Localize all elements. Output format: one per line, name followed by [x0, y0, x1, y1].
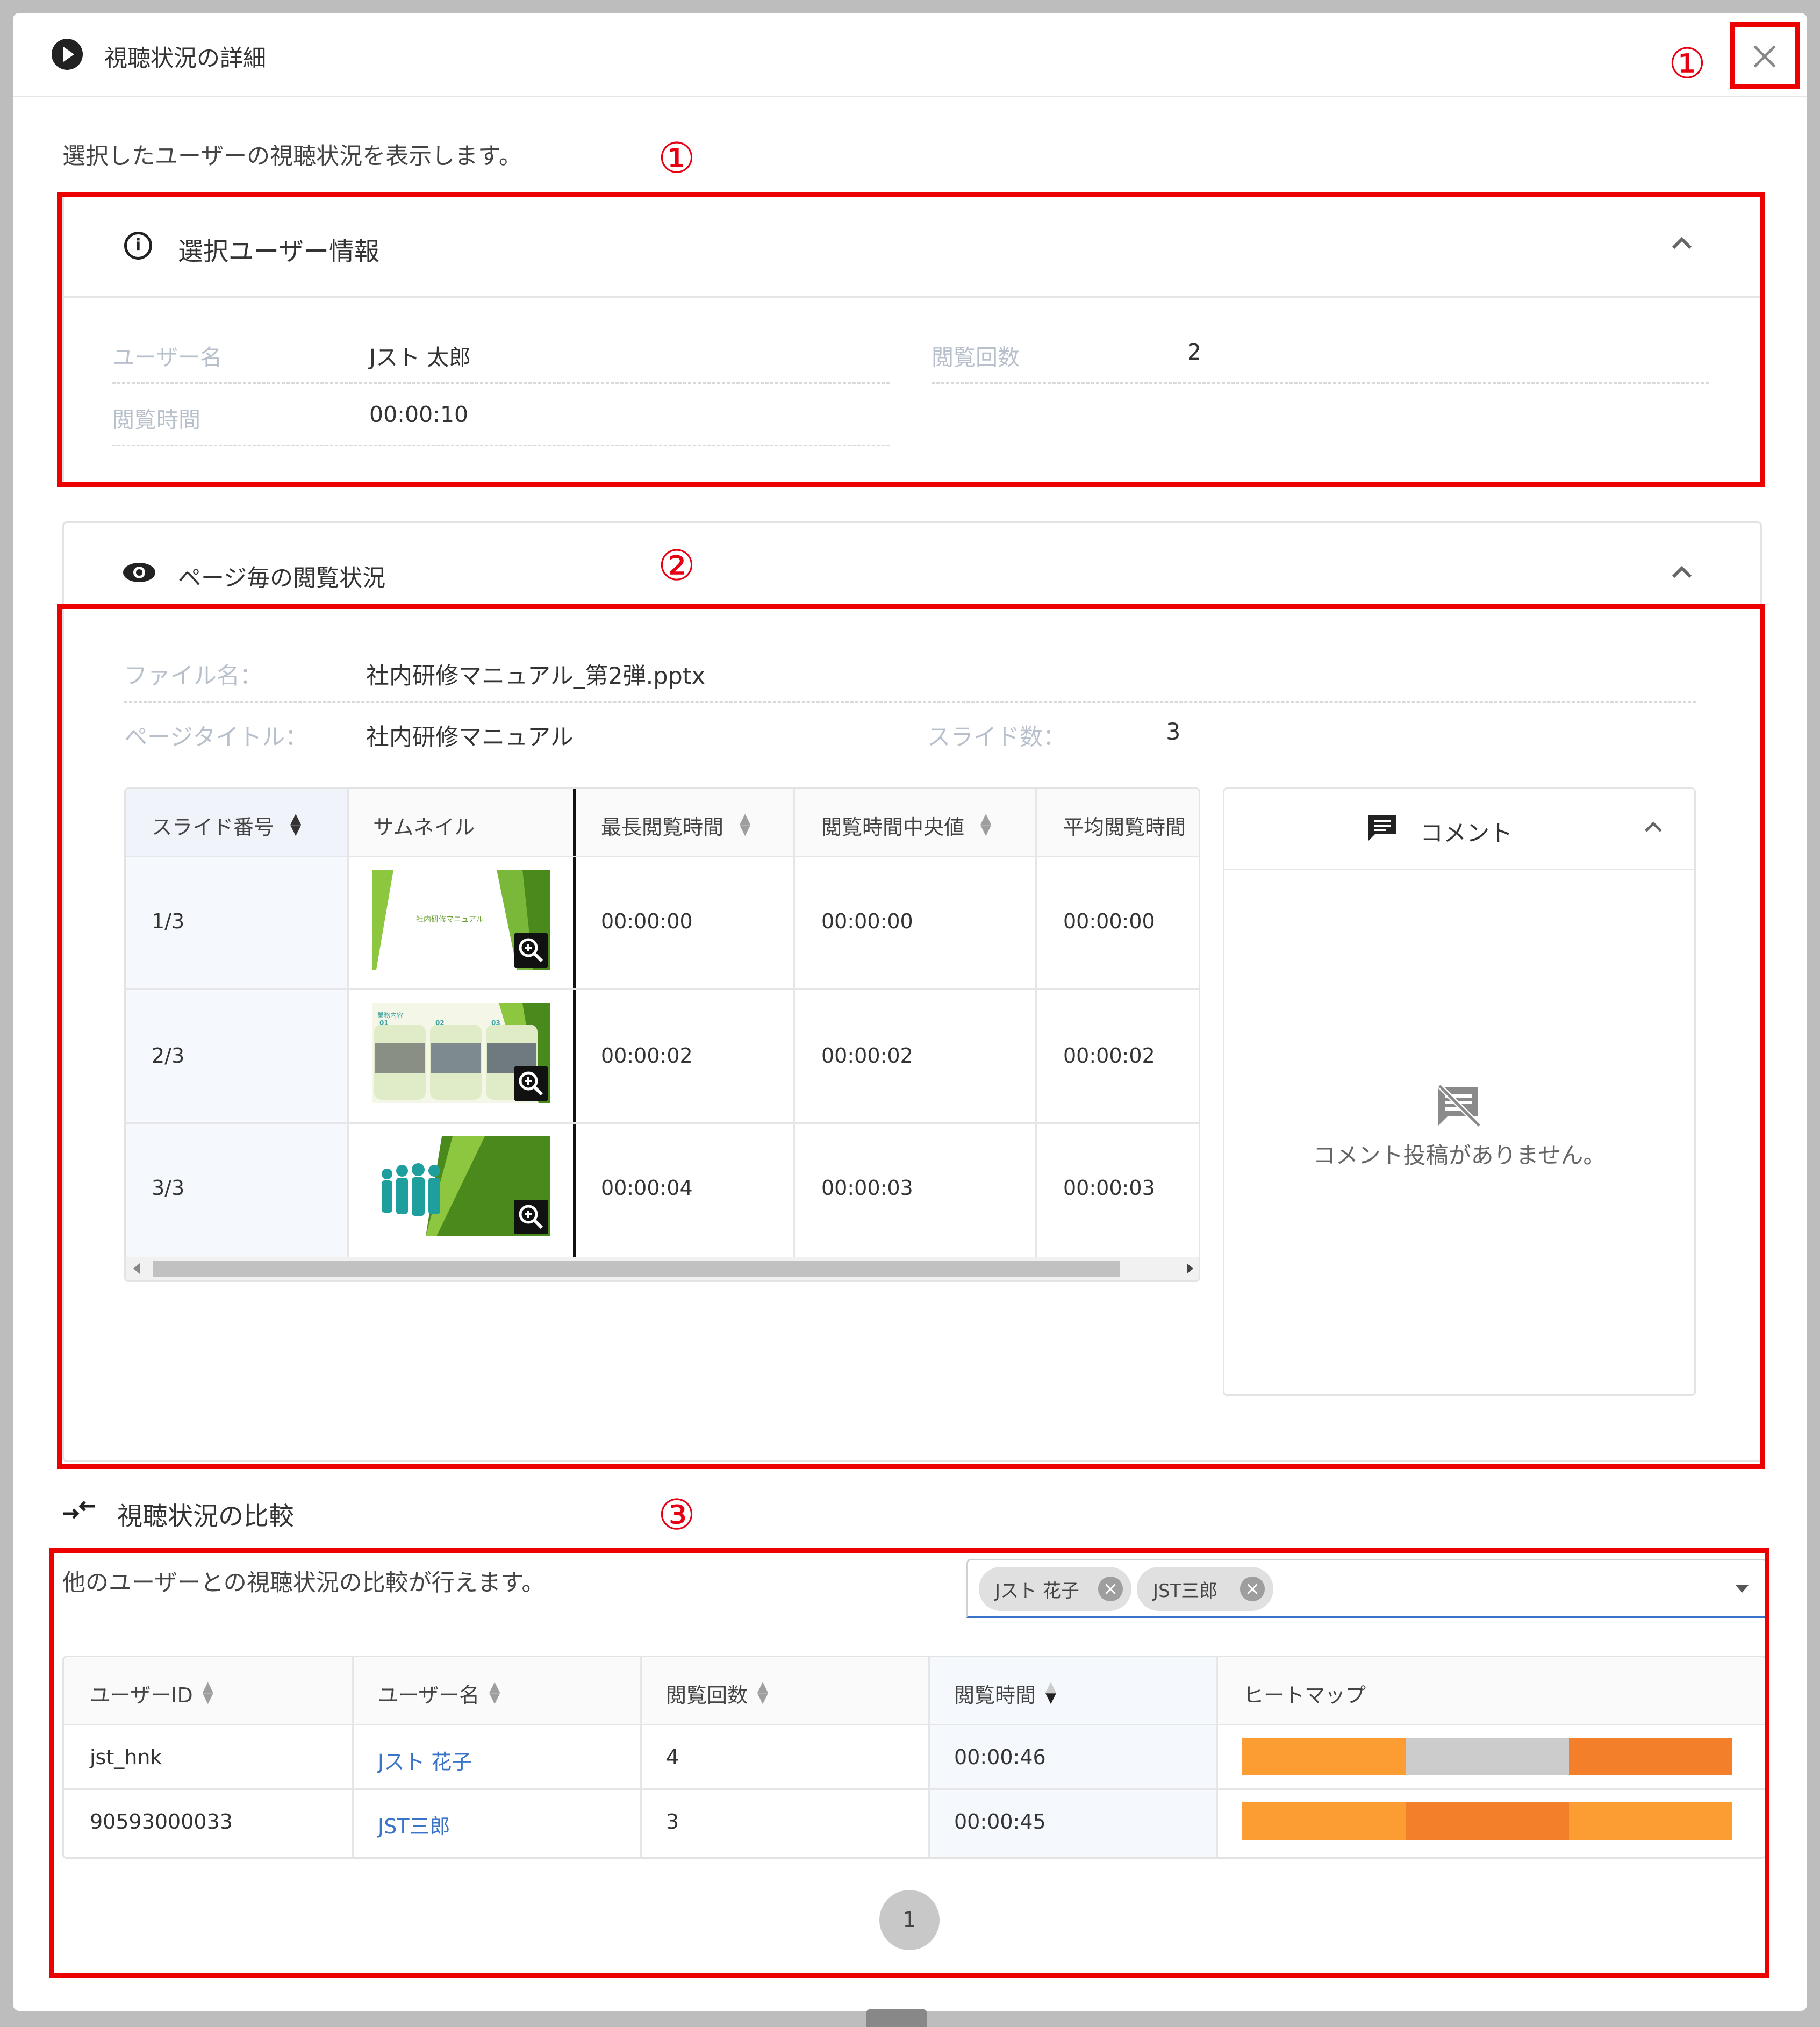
section3-highlight-box: [49, 1548, 1769, 1978]
section2-highlight-box: [57, 604, 1765, 1469]
dialog-header: 視聴状況の詳細 ①: [13, 13, 1807, 97]
eye-icon: [122, 555, 156, 590]
dialog-description: 選択したユーザーの視聴状況を表示します。: [62, 143, 522, 170]
play-circle-icon: [52, 39, 83, 70]
collapse-page-status-button[interactable]: [1666, 556, 1698, 589]
section3-marker: ③: [658, 1491, 696, 1539]
compare-heading: 視聴状況の比較: [117, 1502, 294, 1531]
chevron-up-icon: [1672, 565, 1692, 578]
dialog: 視聴状況の詳細 ① 選択したユーザーの視聴状況を表示します。 ① i 選択ユーザ…: [13, 13, 1807, 2011]
close-annotation-marker: ①: [1668, 40, 1706, 88]
dialog-title: 視聴状況の詳細: [104, 45, 266, 72]
compare-icon: [61, 1499, 97, 1522]
background-pagination-fragment: [866, 2009, 927, 2027]
close-button[interactable]: [1744, 35, 1786, 77]
close-icon: [1753, 45, 1776, 68]
section2-marker: ②: [658, 542, 696, 590]
section1-highlight-box: [57, 192, 1765, 487]
section1-marker: ①: [658, 134, 696, 183]
page-status-heading: ページ毎の閲覧状況: [178, 565, 386, 592]
